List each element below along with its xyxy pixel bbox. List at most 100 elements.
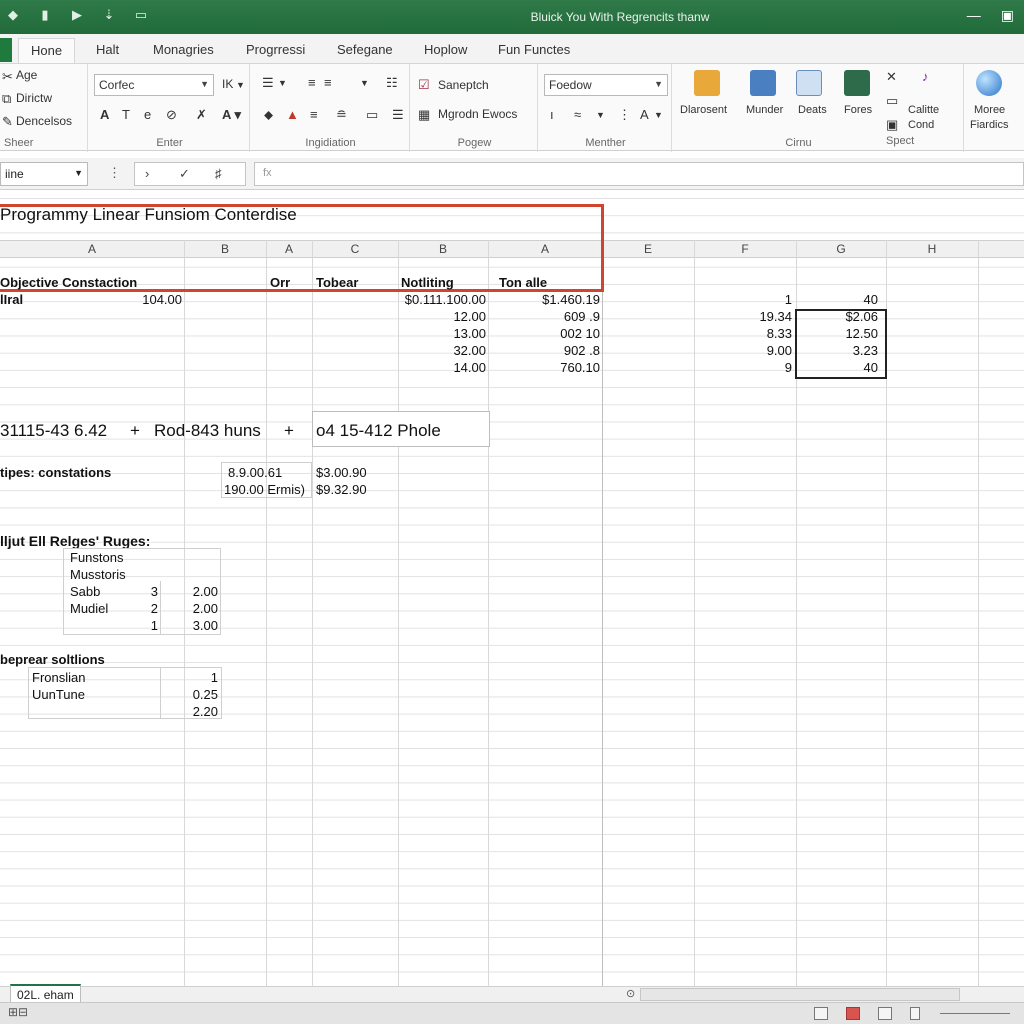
clipboard-item-3[interactable]: Dencelsos	[16, 114, 72, 128]
undo-icon[interactable]: ▮	[38, 8, 52, 22]
bold-icon[interactable]: A	[100, 108, 109, 122]
table-cell[interactable]: 3.23	[796, 343, 878, 358]
adjust-name[interactable]: Funstons	[70, 550, 123, 565]
orientation-icon[interactable]: ☷	[386, 76, 398, 90]
insert-function-icon[interactable]: ♯	[215, 166, 222, 181]
page-layout-icon[interactable]	[846, 1007, 860, 1020]
table-cell[interactable]: 32.00	[398, 343, 486, 358]
solutions-label[interactable]: beprear soltlions	[0, 652, 105, 667]
conditional-icon[interactable]: ▣	[886, 118, 898, 132]
zoom-slider[interactable]	[940, 1013, 1010, 1014]
file-tab[interactable]	[0, 38, 12, 62]
zoom-out-icon[interactable]	[910, 1007, 920, 1020]
restore-icon[interactable]: ▭	[134, 8, 148, 22]
cells-btn-5a[interactable]: Calitte	[908, 104, 939, 116]
column-header[interactable]: A	[266, 242, 312, 256]
column-header[interactable]: H	[886, 242, 978, 256]
cells-btn-3[interactable]: Deats	[798, 104, 827, 116]
adjust-count[interactable]: 1	[120, 618, 158, 633]
adjust-label[interactable]: lljut Ell Relges' Ruges:	[0, 533, 150, 549]
adjust-name[interactable]: Musstoris	[70, 567, 126, 582]
clipboard-item-1[interactable]: Age	[16, 68, 37, 82]
font-size-select[interactable]: IK	[222, 77, 233, 91]
tab-hoplow[interactable]: Hoplow	[424, 42, 467, 57]
spect-btn[interactable]: Moree	[974, 104, 1005, 116]
save-icon[interactable]: ◆	[6, 8, 20, 22]
table-cell[interactable]: 40	[796, 292, 878, 307]
clear-format-icon[interactable]: ✗	[196, 108, 207, 122]
cells-btn-4[interactable]: Fores	[844, 104, 872, 116]
normal-view-icon[interactable]	[814, 1007, 828, 1020]
tab-hone[interactable]: Hone	[18, 38, 76, 65]
notliting-header[interactable]: Notliting	[401, 275, 454, 290]
tab-monagries[interactable]: Monagries	[153, 42, 214, 57]
column-header[interactable]: A	[0, 242, 184, 256]
objective-header[interactable]: Objective Constaction	[0, 275, 137, 290]
sheet-tab[interactable]: 02L. eham	[10, 984, 81, 1003]
column-header[interactable]: F	[694, 242, 796, 256]
table-cell[interactable]: $1.460.19	[488, 292, 600, 307]
solution-name[interactable]: UunTune	[32, 687, 85, 702]
merge-cells-icon[interactable]: ▦	[418, 108, 430, 122]
column-header[interactable]: B	[398, 242, 488, 256]
wrap-item-2[interactable]: Mgrodn Ewocs	[438, 107, 517, 121]
sheet-title[interactable]: Programmy Linear Funsiom Conterdise	[0, 205, 297, 225]
font-color-icon[interactable]: A ▾	[222, 108, 241, 122]
cells-btn-1[interactable]: Dlarosent	[680, 104, 727, 116]
row-label[interactable]: lIral	[0, 292, 23, 307]
tonalle-header[interactable]: Ton alle	[499, 275, 547, 290]
strikethrough-icon[interactable]: ⊘	[166, 108, 177, 122]
tab-sefegane[interactable]: Sefegane	[337, 42, 393, 57]
indent-icon[interactable]: ⬥	[264, 108, 273, 122]
underline-icon[interactable]: e	[144, 108, 151, 122]
solution-value[interactable]: 0.25	[162, 687, 218, 702]
table-cell[interactable]: 9.00	[694, 343, 792, 358]
adjust-count[interactable]: 3	[120, 584, 158, 599]
orr-header[interactable]: Orr	[270, 275, 290, 290]
number-format-select[interactable]: Foedow ▼	[544, 74, 668, 96]
table-cell[interactable]: 1	[694, 292, 792, 307]
table-cell[interactable]: 14.00	[398, 360, 486, 375]
cancel-icon[interactable]: ›	[145, 166, 149, 181]
equation-part[interactable]: Rod-843 huns	[154, 421, 261, 441]
row-value[interactable]: 104.00	[100, 292, 182, 307]
table-cell[interactable]: 40	[796, 360, 878, 375]
column-header[interactable]: A	[488, 242, 602, 256]
formula-input[interactable]: fx	[254, 162, 1024, 186]
tab-fun-functes[interactable]: Fun Functes	[498, 42, 570, 57]
name-box[interactable]: iine ▼	[0, 162, 88, 186]
adjust-count[interactable]: 2	[120, 601, 158, 616]
comma-icon[interactable]: ⋮	[618, 108, 631, 122]
wrap-item-1[interactable]: Saneptch	[438, 78, 489, 92]
table-cell[interactable]: 002 10	[488, 326, 600, 341]
align-bottom-icon[interactable]: ≡	[324, 76, 332, 90]
enter-icon[interactable]: ✓	[179, 166, 190, 182]
add-sheet-icon[interactable]: ⊙	[626, 987, 635, 1000]
merge-icon[interactable]: ☰	[392, 108, 404, 122]
column-header[interactable]: C	[312, 242, 398, 256]
percent-icon[interactable]: ≈	[574, 108, 581, 122]
wrap-text-icon[interactable]: ▭	[366, 108, 378, 122]
adjust-name[interactable]: Mudiel	[70, 601, 108, 616]
adjust-value[interactable]: 2.00	[162, 584, 218, 599]
tab-progrressi[interactable]: Progrressi	[246, 42, 305, 57]
delete-icon[interactable]: ✕	[886, 70, 897, 84]
adjust-name[interactable]: Sabb	[70, 584, 100, 599]
increase-decimal-icon[interactable]: A	[640, 108, 649, 122]
table-cell[interactable]: 12.50	[796, 326, 878, 341]
adjust-value[interactable]: 2.00	[162, 601, 218, 616]
font-name-select[interactable]: Corfec ▼	[94, 74, 214, 96]
fill-color-icon[interactable]: ▲	[286, 108, 299, 122]
table-cell[interactable]: 13.00	[398, 326, 486, 341]
solution-name[interactable]: Fronslian	[32, 670, 85, 685]
table-cell[interactable]: $0.111.100.00	[398, 292, 486, 307]
sort-icon[interactable]: ♪	[922, 70, 929, 84]
adjust-value[interactable]: 3.00	[162, 618, 218, 633]
constraint-value[interactable]: $9.32.90	[316, 482, 367, 497]
customize-icon[interactable]: ⇣	[102, 8, 116, 22]
table-cell[interactable]: 902 .8	[488, 343, 600, 358]
table-cell[interactable]: $2.06	[796, 309, 878, 324]
tab-halt[interactable]: Halt	[96, 42, 119, 57]
currency-icon[interactable]: ı	[550, 108, 554, 122]
table-cell[interactable]: 760.10	[488, 360, 600, 375]
